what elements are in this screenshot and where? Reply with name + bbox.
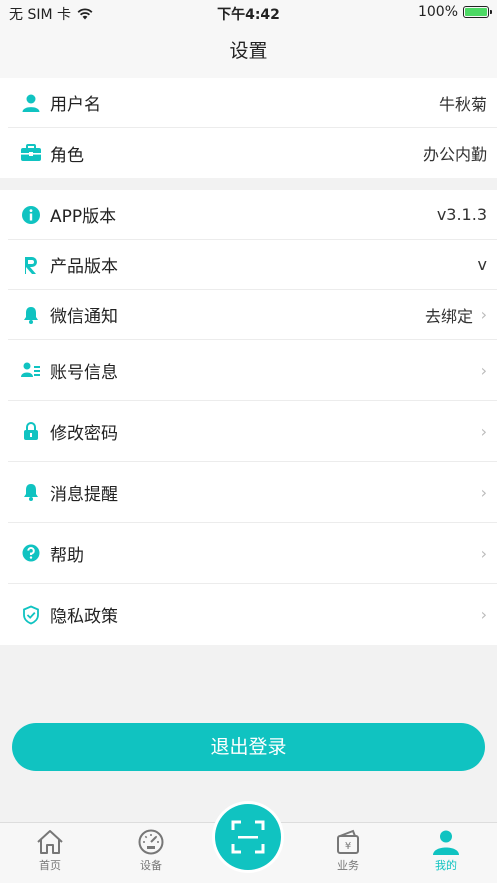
logout-button[interactable]: 退出登录 [12,723,485,771]
chevron-right-icon: › [480,482,487,502]
settings-group: APP版本 v3.1.3 产品版本 v 微信通知 去绑定 › 账号信息 › 修改… [0,190,497,645]
row-message-reminder[interactable]: 消息提醒 › [8,462,497,523]
row-label: 账号信息 [50,362,118,383]
tab-mine[interactable]: 我的 [416,829,476,873]
gauge-icon [138,829,164,855]
home-icon [37,830,63,854]
row-role: 角色 办公内勤 [8,128,497,178]
row-username: 用户名 牛秋菊 [8,78,497,128]
scan-button[interactable] [212,801,284,873]
row-label: 帮助 [50,545,84,566]
battery-icon [463,6,492,18]
product-logo-icon [18,252,44,278]
tab-device[interactable]: 设备 [121,829,181,873]
account-card-icon [18,357,44,383]
bind-wechat-link[interactable]: 去绑定 [425,303,473,327]
row-value: v [477,255,487,274]
chevron-right-icon: › [480,305,487,324]
svg-text:¥: ¥ [345,841,351,852]
status-bar: 无 SIM 卡 下午4:42 100% [0,0,497,26]
bell-icon [18,302,44,328]
battery-percent: 100% [417,4,458,20]
bell-icon [18,479,44,505]
row-label: 隐私政策 [50,607,118,627]
info-icon [18,202,44,228]
row-label: 角色 [50,145,84,166]
wallet-icon: ¥ [337,829,359,854]
scan-icon [231,820,265,854]
scan-button-inner [215,804,281,870]
briefcase-icon [18,140,44,166]
user-icon [433,830,459,855]
shield-icon [18,602,44,628]
tab-label: 我的 [435,859,457,872]
row-change-password[interactable]: 修改密码 › [8,401,497,462]
row-account-info[interactable]: 账号信息 › [8,340,497,401]
row-product-version: 产品版本 v [8,240,497,290]
row-label: 修改密码 [50,423,118,444]
row-label: 用户名 [50,95,101,115]
chevron-right-icon: › [480,421,487,441]
tab-label: 首页 [39,859,61,872]
lock-icon [18,418,44,444]
tab-home[interactable]: 首页 [20,829,80,873]
row-app-version: APP版本 v3.1.3 [8,190,497,240]
tab-label: 业务 [337,859,359,872]
user-icon [18,90,44,116]
row-value: v3.1.3 [436,205,487,224]
chevron-right-icon: › [480,360,487,380]
row-help[interactable]: 帮助 › [8,523,497,584]
battery-fill [465,8,487,16]
row-label: APP版本 [50,207,117,227]
profile-group: 用户名 牛秋菊 角色 办公内勤 [0,78,497,178]
help-icon [18,540,44,566]
tab-label: 设备 [140,859,162,872]
row-label: 微信通知 [50,307,118,327]
row-label: 消息提醒 [50,484,118,505]
row-privacy-policy[interactable]: 隐私政策 › [8,584,497,645]
tab-business[interactable]: ¥ 业务 [318,829,378,873]
nav-bar: 设置 [0,26,497,78]
page-title: 设置 [229,40,268,62]
row-wechat-notify[interactable]: 微信通知 去绑定 › [8,290,497,340]
row-value: 办公内勤 [422,145,487,164]
row-label: 产品版本 [50,257,118,277]
status-right: 100% [417,4,492,20]
row-value: 牛秋菊 [438,94,487,114]
chevron-right-icon: › [480,543,487,563]
chevron-right-icon: › [480,605,487,624]
